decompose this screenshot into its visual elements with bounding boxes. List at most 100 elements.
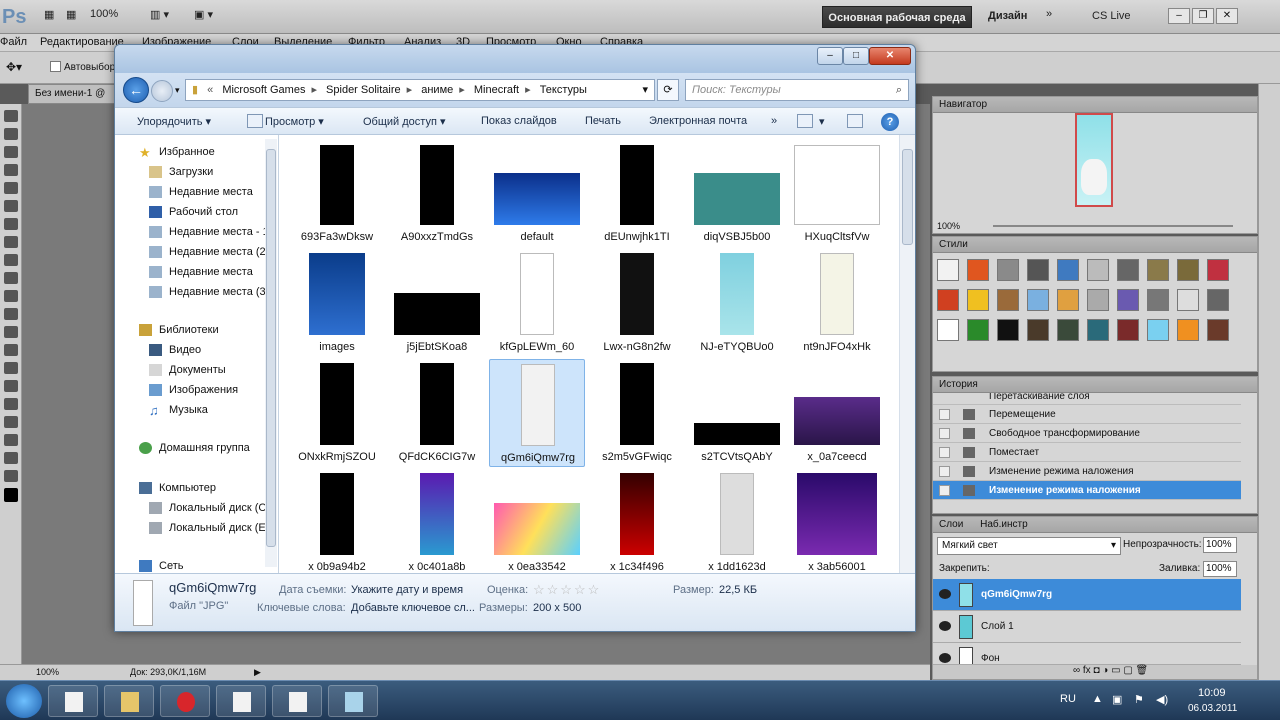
volume-icon[interactable]: ◀) xyxy=(1156,693,1168,706)
workspace-essentials-button[interactable]: Основная рабочая среда xyxy=(822,6,972,28)
breadcrumb-item[interactable]: аниме xyxy=(421,84,453,96)
history-snapshot-box[interactable] xyxy=(939,428,950,439)
gradient-tool-icon[interactable] xyxy=(4,308,18,320)
style-swatch[interactable] xyxy=(1057,319,1079,341)
hand-tool-icon[interactable] xyxy=(4,452,18,464)
path-select-tool-icon[interactable] xyxy=(4,398,18,410)
navpane-scrollbar[interactable] xyxy=(265,139,277,567)
navigator-preview[interactable] xyxy=(1075,113,1113,207)
taskbar-opera[interactable] xyxy=(160,685,210,717)
history-snapshot-box[interactable] xyxy=(939,447,950,458)
style-swatch[interactable] xyxy=(1087,259,1109,281)
style-swatch[interactable] xyxy=(967,289,989,311)
style-swatch[interactable] xyxy=(967,259,989,281)
screen-mode-icon[interactable]: ▣ ▾ xyxy=(194,8,213,21)
breadcrumb-separator-icon[interactable]: ▸ xyxy=(459,84,465,96)
minimize-button[interactable]: – xyxy=(817,47,843,65)
maximize-button[interactable]: □ xyxy=(843,47,869,65)
history-brush-tool-icon[interactable] xyxy=(4,272,18,284)
file-tile[interactable]: j5jEbtSKoa8 xyxy=(389,249,485,357)
close-button[interactable]: ✕ xyxy=(1216,8,1238,24)
file-tile[interactable]: x 0c401a8b xyxy=(389,469,485,573)
nav-item-recent[interactable]: Недавние места xyxy=(115,263,265,282)
file-tile[interactable]: x_0a7ceecd xyxy=(789,359,885,467)
style-swatch[interactable] xyxy=(1147,319,1169,341)
nav-item-local-disk[interactable]: Локальный диск (С xyxy=(115,499,265,518)
file-tile[interactable]: A90xxzTmdGs xyxy=(389,139,485,247)
opacity-input[interactable]: 100% xyxy=(1203,537,1237,553)
clock-time[interactable]: 10:09 xyxy=(1198,687,1226,699)
nav-libraries[interactable]: Библиотеки xyxy=(115,321,265,340)
keywords-value[interactable]: Добавьте ключевое сл... xyxy=(351,602,475,614)
slideshow-button[interactable]: Показ слайдов xyxy=(481,115,557,127)
back-button[interactable]: ← xyxy=(123,77,149,103)
move-tool-icon[interactable] xyxy=(4,110,18,122)
tab-channels[interactable]: Наб.инстр xyxy=(980,519,1028,530)
explorer-titlebar[interactable]: – □ ✕ xyxy=(115,45,915,73)
nav-item-recent[interactable]: Недавние места - 1 xyxy=(115,223,265,242)
lasso-tool-icon[interactable] xyxy=(4,146,18,158)
layer-row[interactable]: Слой 1 xyxy=(933,611,1241,643)
nav-item-local-disk[interactable]: Локальный диск (Е xyxy=(115,519,265,538)
email-button[interactable]: Электронная почта xyxy=(649,115,747,127)
pen-tool-icon[interactable] xyxy=(4,362,18,374)
breadcrumb-item[interactable]: Spider Solitaire xyxy=(326,84,401,96)
search-input[interactable]: Поиск: Текстуры ⌕ xyxy=(685,79,909,101)
organize-button[interactable]: Упорядочить ▾ xyxy=(137,115,211,128)
language-indicator[interactable]: RU xyxy=(1060,693,1076,705)
mini-bridge-icon[interactable]: ▦ xyxy=(66,8,76,21)
file-tile[interactable]: default xyxy=(489,139,585,247)
file-tile[interactable]: nt9nJFO4xHk xyxy=(789,249,885,357)
style-swatch[interactable] xyxy=(1177,259,1199,281)
nav-item-desktop[interactable]: Рабочий стол xyxy=(115,203,265,222)
nav-item-music[interactable]: ♫ Музыка xyxy=(115,401,265,420)
scrollbar-thumb[interactable] xyxy=(902,149,913,245)
history-item-selected[interactable]: Изменение режима наложения xyxy=(933,481,1241,500)
layers-footer-icons[interactable]: ∞ fx ◘ ◑ ▭ ▢ 🗑 xyxy=(933,665,1257,679)
style-swatch[interactable] xyxy=(1207,319,1229,341)
style-swatch[interactable] xyxy=(937,289,959,311)
style-swatch[interactable] xyxy=(1057,259,1079,281)
taskbar-document[interactable] xyxy=(216,685,266,717)
move-tool-icon[interactable]: ✥▾ xyxy=(6,60,22,74)
shape-tool-icon[interactable] xyxy=(4,416,18,428)
status-zoom[interactable]: 100% xyxy=(36,667,59,677)
breadcrumb-separator-icon[interactable]: ▸ xyxy=(407,84,413,96)
nav-item-documents[interactable]: Документы xyxy=(115,361,265,380)
rating-stars[interactable]: ☆☆☆☆☆ xyxy=(533,582,601,598)
file-tile[interactable]: images xyxy=(289,249,385,357)
eye-icon[interactable] xyxy=(939,653,951,663)
file-tile[interactable]: x 1c34f496 xyxy=(589,469,685,573)
document-tab[interactable]: Без имени-1 @ xyxy=(28,84,120,104)
file-tile[interactable]: NJ-eTYQBUo0 xyxy=(689,249,785,357)
healing-tool-icon[interactable] xyxy=(4,218,18,230)
file-tile[interactable]: qGm6iQmw7rg xyxy=(489,359,585,467)
style-swatch[interactable] xyxy=(997,259,1019,281)
menu-file[interactable]: Файл xyxy=(0,36,27,48)
style-swatch[interactable] xyxy=(997,289,1019,311)
navigator-zoom[interactable]: 100% xyxy=(937,221,960,231)
tab-layers[interactable]: Слои xyxy=(939,519,963,530)
navigator-zoom-slider[interactable] xyxy=(993,225,1233,227)
auto-select-checkbox[interactable] xyxy=(50,61,61,72)
zoom-level[interactable]: 100% xyxy=(90,8,118,20)
style-swatch[interactable] xyxy=(1027,259,1049,281)
style-swatch[interactable] xyxy=(1177,289,1199,311)
view-extras-icon[interactable]: ▥ ▾ xyxy=(150,8,169,21)
history-snapshot-box[interactable] xyxy=(939,409,950,420)
style-swatch[interactable] xyxy=(1087,289,1109,311)
file-tile[interactable]: x 3ab56001 xyxy=(789,469,885,573)
style-swatch[interactable] xyxy=(1117,259,1139,281)
style-swatch[interactable] xyxy=(1027,289,1049,311)
style-swatch[interactable] xyxy=(1147,259,1169,281)
nav-item-recent[interactable]: Недавние места (3 xyxy=(115,283,265,302)
breadcrumb-item[interactable]: Текстуры xyxy=(540,84,587,96)
breadcrumb-overflow-icon[interactable]: « xyxy=(207,84,213,96)
marquee-tool-icon[interactable] xyxy=(4,128,18,140)
layer-row[interactable]: Фон xyxy=(933,643,1241,665)
style-swatch[interactable] xyxy=(1207,259,1229,281)
history-item[interactable]: Перемещение xyxy=(933,405,1241,424)
history-snapshot-box[interactable] xyxy=(939,485,950,496)
blend-mode-select[interactable]: Мягкий свет ▾ xyxy=(937,537,1121,555)
view-button[interactable]: Просмотр ▾ xyxy=(265,115,324,128)
